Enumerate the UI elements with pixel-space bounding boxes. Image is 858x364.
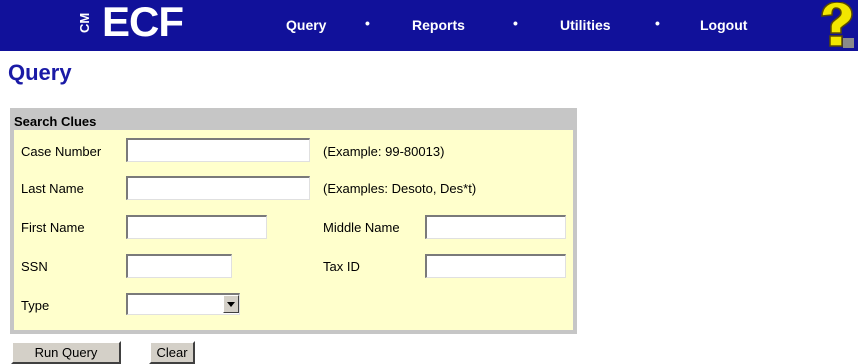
first-name-label: First Name xyxy=(21,220,85,235)
logo-text: ECF xyxy=(102,0,184,45)
question-mark-icon[interactable] xyxy=(812,2,856,49)
last-name-hint: (Examples: Desoto, Des*t) xyxy=(323,181,477,196)
ssn-label: SSN xyxy=(21,259,48,274)
page-title: Query xyxy=(8,60,72,85)
ssn-field[interactable] xyxy=(126,254,232,278)
first-name-field[interactable] xyxy=(126,215,267,239)
tax-id-label: Tax ID xyxy=(323,259,360,274)
nav-logout[interactable]: Logout xyxy=(700,17,747,33)
run-query-button[interactable]: Run Query xyxy=(11,341,121,364)
middle-name-label: Middle Name xyxy=(323,220,400,235)
cmecf-logo[interactable]: CM ECF xyxy=(77,0,198,51)
chevron-down-icon[interactable] xyxy=(223,295,239,313)
nav-query[interactable]: Query xyxy=(286,17,326,33)
nav-separator: • xyxy=(365,15,370,31)
clear-button[interactable]: Clear xyxy=(149,341,195,364)
middle-name-field[interactable] xyxy=(425,215,566,239)
search-clues-panel: Search Clues Case Number (Example: 99-80… xyxy=(10,108,577,334)
tax-id-field[interactable] xyxy=(425,254,566,278)
top-navigation-bar: CM ECF Query • Reports • Utilities • Log… xyxy=(0,0,858,51)
last-name-label: Last Name xyxy=(21,181,84,196)
nav-separator: • xyxy=(513,15,518,31)
case-number-label: Case Number xyxy=(21,144,102,159)
last-name-field[interactable] xyxy=(126,176,310,200)
search-clues-body: Case Number (Example: 99-80013) Last Nam… xyxy=(14,130,573,330)
search-clues-header: Search Clues xyxy=(14,114,97,129)
nav-utilities[interactable]: Utilities xyxy=(560,17,611,33)
case-number-field[interactable] xyxy=(126,138,310,162)
nav-separator: • xyxy=(655,15,660,31)
type-label: Type xyxy=(21,298,50,313)
type-select[interactable] xyxy=(126,293,240,315)
nav-reports[interactable]: Reports xyxy=(412,17,465,33)
case-number-hint: (Example: 99-80013) xyxy=(323,144,445,159)
